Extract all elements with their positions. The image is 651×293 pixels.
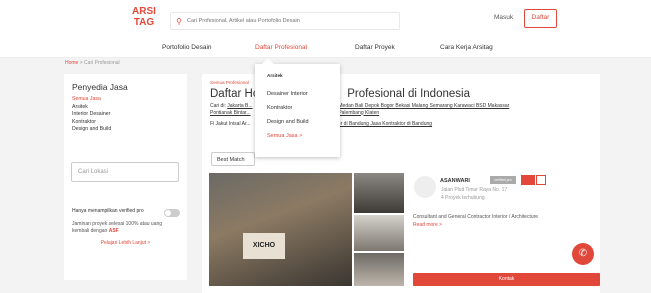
- city-prefix: Cari di:: [210, 103, 226, 109]
- nav-projects[interactable]: Daftar Proyek: [355, 44, 395, 51]
- nav-professional[interactable]: Daftar Profesional: [255, 44, 307, 51]
- dropdown-item-interior[interactable]: Desainer Interior: [267, 87, 328, 101]
- contact-button[interactable]: Kontak: [413, 273, 600, 286]
- professional-dropdown-menu: Arsitek Desainer Interior Kontraktor Des…: [255, 64, 340, 157]
- dropdown-item-design-build[interactable]: Design and Build: [267, 115, 328, 129]
- search-box[interactable]: ⚲: [170, 12, 400, 30]
- category-interior[interactable]: Interior Desainer: [72, 111, 179, 119]
- learn-more-link[interactable]: Pelajari Lebih Lanjut >: [72, 240, 179, 246]
- professional-info: Jalan Pluit Timur Raya No. 17 4 Proyek t…: [441, 187, 507, 202]
- professional-name[interactable]: ASANWARI: [440, 178, 470, 184]
- verified-label: Hanya menampilkan verified pro: [72, 208, 144, 214]
- avatar[interactable]: [414, 176, 436, 198]
- filter-sidebar: Penyedia Jasa Semua Jasa Arsitek Interio…: [64, 74, 187, 214]
- top-bar: ARSI TAG ⚲ Masuk Daftar: [0, 0, 651, 38]
- project-photo-4[interactable]: [354, 253, 404, 286]
- category-design-build[interactable]: Design and Build: [72, 126, 179, 134]
- city-links-left[interactable]: Jakarta B...: [227, 103, 252, 109]
- arsitag-logo[interactable]: ARSI TAG: [131, 6, 157, 32]
- verified-toggle[interactable]: [164, 209, 180, 217]
- page-title-part1: Daftar Ho: [210, 88, 260, 100]
- dropdown-item-architect[interactable]: Arsitek: [267, 73, 328, 78]
- search-input[interactable]: [187, 18, 387, 24]
- project-photo-3[interactable]: [354, 215, 404, 251]
- project-photo-main[interactable]: XICHO: [209, 173, 352, 286]
- search-icon: ⚲: [176, 16, 182, 26]
- project-photo-2[interactable]: [354, 173, 404, 213]
- projects-count: 4 Proyek terhubung: [441, 194, 485, 201]
- login-link[interactable]: Masuk: [494, 14, 513, 21]
- chat-icon[interactable]: ✆: [572, 243, 594, 265]
- dropdown-item-contractor[interactable]: Kontraktor: [267, 101, 328, 115]
- professional-description: Consultant and General Contractor Interi…: [413, 214, 539, 220]
- city-links-right[interactable]: Surakarta Medan Bali Depok Bogor Bekasi …: [315, 103, 509, 109]
- service-links-left[interactable]: Fi Jakut Inisal Ar...: [210, 121, 251, 127]
- verified-filter-panel: Hanya menampilkan verified pro Jaminan p…: [64, 200, 187, 280]
- nav-portfolio[interactable]: Portofolio Desain: [162, 44, 212, 51]
- register-button[interactable]: Daftar: [524, 9, 557, 28]
- store-sign: XICHO: [243, 233, 285, 259]
- logo-line1: ARSI: [132, 6, 156, 17]
- sort-select[interactable]: Best Match: [211, 152, 255, 166]
- verified-badge: verified pro: [490, 176, 516, 184]
- city-links-left-2[interactable]: Pontianak Bintar...: [210, 110, 251, 116]
- award-icon: [521, 175, 535, 185]
- page-title-part2: Profesional di Indonesia: [347, 88, 470, 100]
- address-text: Jalan Pluit Timur Raya No. 17: [441, 187, 508, 193]
- dropdown-item-all[interactable]: Semua Jasa >: [267, 129, 328, 143]
- logo-line2: TAG: [133, 17, 155, 28]
- breadcrumb-current: Cari Profesional: [84, 60, 120, 66]
- nav-how-it-works[interactable]: Cara Kerja Arsitag: [440, 44, 493, 51]
- category-architect[interactable]: Arsitek: [72, 104, 179, 112]
- location-input[interactable]: Cari Lokasi: [71, 162, 179, 182]
- breadcrumb-home[interactable]: Home: [65, 60, 78, 66]
- sidebar-title: Penyedia Jasa: [72, 82, 128, 92]
- guarantee-icon: [536, 175, 546, 185]
- breadcrumb: Home > Cari Profesional: [65, 60, 120, 66]
- read-more-link[interactable]: Read more >: [413, 222, 442, 228]
- category-all[interactable]: Semua Jasa: [72, 96, 179, 104]
- guarantee-badge: ASF: [108, 227, 119, 234]
- category-contractor[interactable]: Kontraktor: [72, 119, 179, 127]
- guarantee-text: Jaminan proyek selesai 100% atau uang ke…: [72, 221, 179, 235]
- main-nav: Portofolio Desain Daftar Profesional Daf…: [0, 38, 651, 58]
